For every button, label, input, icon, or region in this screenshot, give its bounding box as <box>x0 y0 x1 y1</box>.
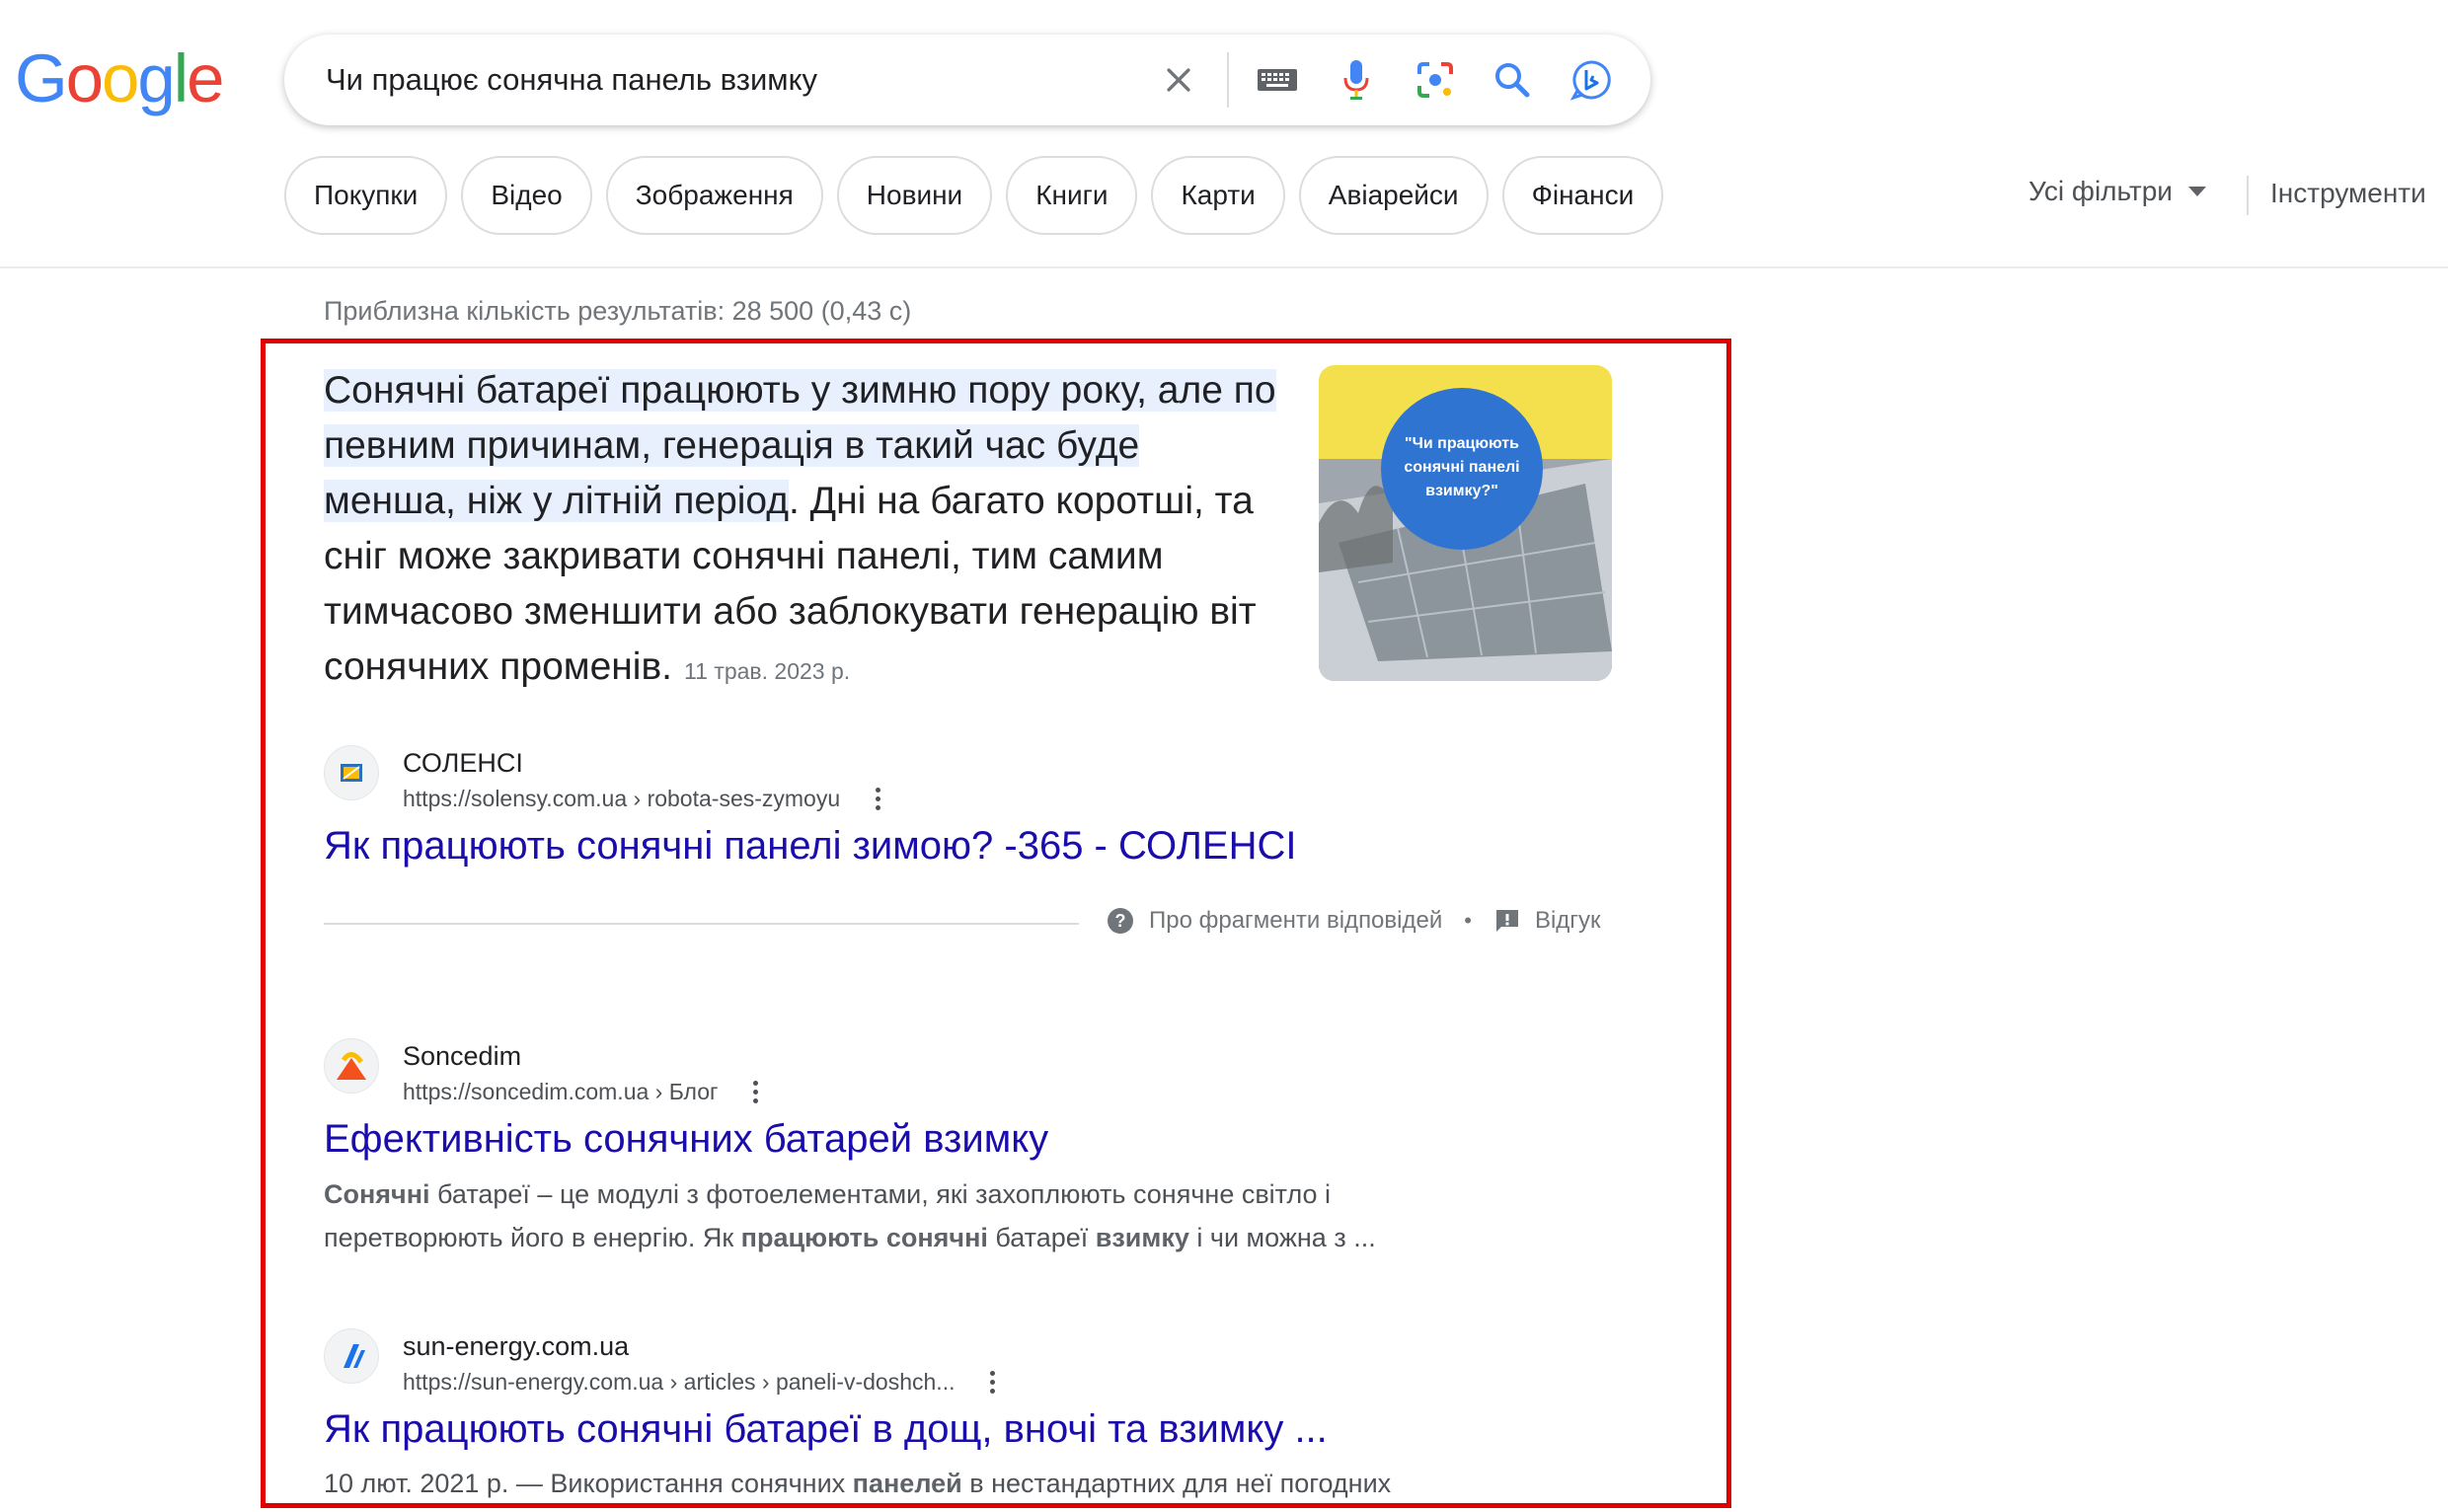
microphone-icon[interactable] <box>1331 54 1382 106</box>
desc-bold: взимку <box>1095 1223 1189 1252</box>
search-input[interactable] <box>326 56 1382 104</box>
all-filters-label: Усі фільтри <box>2028 176 2173 206</box>
site-name: Soncedim <box>403 1041 522 1071</box>
tools-divider <box>2247 176 2249 215</box>
snippet-image-caption: "Чи працюють сонячні панелі взимку?" <box>1404 435 1520 499</box>
featured-snippet-text: Сонячні батареї працюють у зимню пору ро… <box>324 363 1281 699</box>
solensy-favicon <box>324 745 379 800</box>
desc-bold: працюють сонячні <box>740 1223 988 1252</box>
about-snippets-link[interactable]: ? Про фрагменти відповідей <box>1106 906 1442 936</box>
chip-books[interactable]: Книги <box>1006 156 1138 235</box>
keyboard-icon[interactable] <box>1252 54 1303 106</box>
snippet-footer: ? Про фрагменти відповідей • Відгук <box>1106 906 1601 936</box>
chip-flights[interactable]: Авіарейси <box>1298 156 1489 235</box>
site-url-row: https://solensy.com.ua › robota-ses-zymo… <box>403 781 886 816</box>
result-title-link[interactable]: Як працюють сонячні батареї в дощ, вночі… <box>324 1407 1328 1452</box>
search-divider <box>1227 52 1229 108</box>
site-url: https://soncedim.com.ua › Блог <box>403 1079 719 1104</box>
site-url: https://solensy.com.ua › robota-ses-zymo… <box>403 786 841 811</box>
soncedim-favicon <box>324 1038 379 1094</box>
chip-finance[interactable]: Фінанси <box>1501 156 1664 235</box>
chip-maps[interactable]: Карти <box>1151 156 1285 235</box>
help-icon: ? <box>1108 908 1133 934</box>
snippet-divider <box>324 923 1079 925</box>
site-name: СОЛЕНСІ <box>403 748 523 778</box>
about-snippets-label: Про фрагменти відповідей <box>1149 907 1443 934</box>
desc-text: в нестандартних для неї погодних <box>961 1469 1392 1498</box>
clear-icon[interactable] <box>1153 54 1204 106</box>
chip-images[interactable]: Зображення <box>605 156 823 235</box>
snippet-date: 11 трав. 2023 р. <box>684 658 851 684</box>
site-url-row: https://sun-energy.com.ua › articles › p… <box>403 1364 1001 1399</box>
desc-bold: Сонячні <box>324 1179 430 1209</box>
chip-news[interactable]: Новини <box>836 156 993 235</box>
lens-icon[interactable] <box>1410 54 1461 106</box>
header-divider <box>0 266 2448 268</box>
more-options-icon[interactable] <box>870 784 886 814</box>
site-url: https://sun-energy.com.ua › articles › p… <box>403 1369 956 1395</box>
result-title-link[interactable]: Ефективність сонячних батарей взимку <box>324 1117 1048 1162</box>
result-snippet: 10 лют. 2021 р. — Використання сонячних … <box>324 1462 1429 1505</box>
search-box <box>284 35 1650 125</box>
feedback-label: Відгук <box>1534 907 1601 934</box>
separator-dot: • <box>1464 908 1472 933</box>
result-snippet: Сонячні батареї – це модулі з фотоелемен… <box>324 1172 1429 1259</box>
google-logo[interactable]: Google <box>15 40 225 116</box>
feedback-link[interactable]: Відгук <box>1493 907 1601 935</box>
snippet-title-link[interactable]: Як працюють сонячні панелі зимою? -365 -… <box>324 824 1296 869</box>
feedback-icon <box>1495 910 1518 932</box>
all-filters-button[interactable]: Усі фільтри <box>2028 176 2206 207</box>
desc-bold: панелей <box>852 1469 962 1498</box>
more-options-icon[interactable] <box>984 1367 1001 1398</box>
logo-letter: l <box>173 40 189 116</box>
result-stats: Приблизна кількість результатів: 28 500 … <box>324 296 912 326</box>
chip-shopping[interactable]: Покупки <box>284 156 448 235</box>
bing-chat-icon[interactable] <box>1566 54 1617 106</box>
logo-letter: e <box>187 40 224 116</box>
site-url-row: https://soncedim.com.ua › Блог <box>403 1074 764 1109</box>
logo-letter: g <box>137 40 175 116</box>
caret-down-icon <box>2187 187 2206 196</box>
desc-text: батареї <box>987 1223 1096 1252</box>
more-options-icon[interactable] <box>747 1077 764 1107</box>
logo-letter: o <box>102 40 139 116</box>
site-name: sun-energy.com.ua <box>403 1331 630 1361</box>
logo-letter: o <box>65 40 104 116</box>
snippet-image[interactable]: "Чи працюють сонячні панелі взимку?" <box>1319 365 1612 681</box>
desc-text: 10 лют. 2021 р. — Використання сонячних <box>324 1469 853 1498</box>
sun-energy-favicon <box>324 1328 379 1384</box>
tools-button[interactable]: Інструменти <box>2270 178 2426 209</box>
svg-text:?: ? <box>1115 911 1126 931</box>
chip-videos[interactable]: Відео <box>461 156 592 235</box>
search-icon[interactable] <box>1487 54 1538 106</box>
filter-chips: Покупки Відео Зображення Новини Книги Ка… <box>284 156 1664 235</box>
snippet-source[interactable]: СОЛЕНСІ https://solensy.com.ua › robota-… <box>324 745 886 816</box>
result-source[interactable]: sun-energy.com.ua https://sun-energy.com… <box>324 1328 1001 1399</box>
logo-letter: G <box>15 40 68 116</box>
desc-text: і чи можна з ... <box>1188 1223 1376 1252</box>
result-source[interactable]: Soncedim https://soncedim.com.ua › Блог <box>324 1038 764 1109</box>
